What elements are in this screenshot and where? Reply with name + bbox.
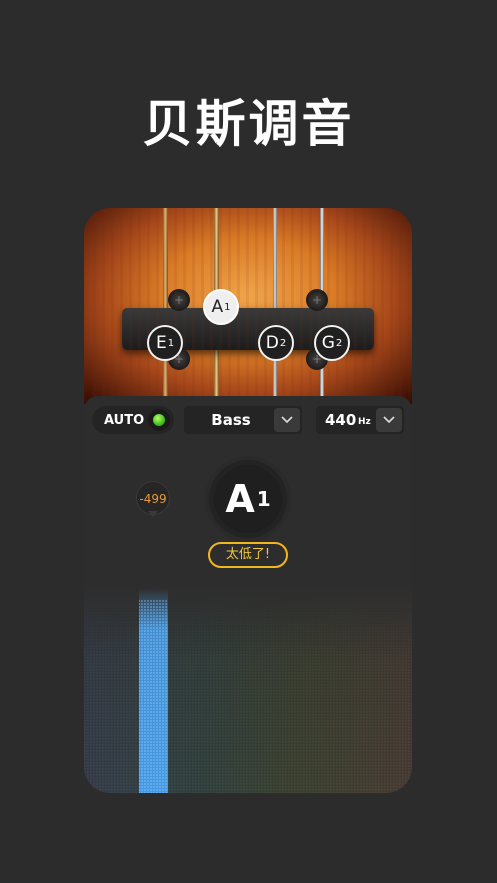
string-button-d2[interactable]: D2 [258, 325, 294, 361]
string-note: D [265, 333, 279, 353]
tuning-status-badge: 太低了! [208, 542, 288, 568]
frequency-dropdown-button[interactable] [376, 408, 402, 432]
string-note: G [321, 333, 335, 353]
cents-bubble-pointer [148, 511, 158, 517]
auto-indicator-icon [148, 409, 170, 431]
detected-note: A1 [214, 465, 282, 533]
bass-body-wood: + + + + [84, 208, 412, 404]
string-button-e1[interactable]: E1 [147, 325, 183, 361]
detected-note-display: A1 [209, 460, 287, 538]
instrument-dropdown-button[interactable] [274, 408, 300, 432]
pickup-screw-icon: + [306, 289, 328, 311]
detected-note-name: A [225, 477, 255, 521]
instrument-select[interactable]: Bass [184, 406, 302, 434]
auto-label: AUTO [104, 412, 145, 428]
cents-offset-bubble: -499 [136, 481, 170, 515]
string-octave: 1 [167, 337, 175, 349]
auto-toggle[interactable]: AUTO [92, 406, 174, 434]
string-octave: 2 [335, 337, 343, 349]
bass-string-d [273, 208, 277, 404]
page-headline: 贝斯调音 [142, 95, 355, 153]
tuner-app-screen: + + + + E1 A1 D2 G2 AUTO Bass 440 Hz -49… [84, 208, 412, 793]
detected-note-octave: 1 [256, 487, 271, 511]
bass-string-e [163, 208, 168, 404]
frequency-unit: Hz [358, 417, 371, 427]
pickup-screw-icon: + [168, 289, 190, 311]
chevron-down-icon [281, 416, 293, 424]
string-note: E [155, 333, 167, 353]
string-button-g2[interactable]: G2 [314, 325, 350, 361]
chevron-down-icon [383, 416, 395, 424]
reference-frequency-select[interactable]: 440 Hz [316, 406, 404, 434]
string-button-a1[interactable]: A1 [203, 289, 239, 325]
bass-string-g [320, 208, 324, 404]
instrument-value: Bass [211, 411, 251, 429]
frequency-value: 440 [325, 411, 357, 429]
pitch-spectrum-graph [84, 588, 412, 793]
string-octave: 1 [224, 301, 231, 313]
string-note: A [211, 297, 224, 317]
string-octave: 2 [279, 337, 287, 349]
